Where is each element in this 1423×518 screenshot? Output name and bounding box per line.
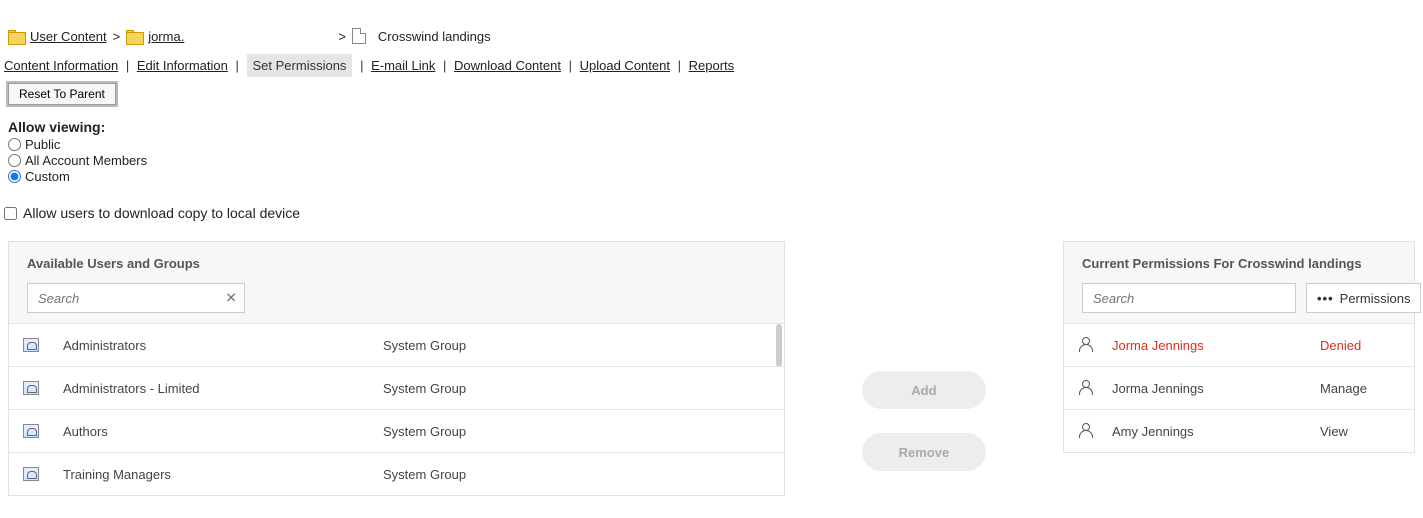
group-icon [23, 424, 39, 438]
group-icon [23, 338, 39, 352]
breadcrumb-current: Crosswind landings [378, 29, 491, 44]
available-users-panel: Available Users and Groups ✕ Administrat… [8, 241, 785, 496]
reset-to-parent-button[interactable]: Reset To Parent [8, 83, 116, 105]
divider: | [678, 58, 681, 73]
available-panel-title: Available Users and Groups [9, 242, 784, 283]
list-item[interactable]: Jorma Jennings Denied [1064, 323, 1414, 366]
remove-button[interactable]: Remove [862, 433, 986, 471]
tab-edit-information[interactable]: Edit Information [137, 58, 228, 73]
folder-icon [8, 30, 24, 43]
add-remove-section: Add Remove [785, 241, 1063, 471]
folder-icon [126, 30, 142, 43]
divider: | [443, 58, 446, 73]
list-item[interactable]: Jorma Jennings Manage [1064, 366, 1414, 409]
list-item-name: Training Managers [63, 467, 383, 482]
divider: | [236, 58, 239, 73]
breadcrumb-link-user-folder[interactable]: jorma. [148, 29, 184, 44]
add-button[interactable]: Add [862, 371, 986, 409]
permissions-panel-title: Current Permissions For Crosswind landin… [1064, 242, 1414, 283]
tab-set-permissions[interactable]: Set Permissions [247, 54, 353, 77]
permissions-list: Jorma Jennings Denied Jorma Jennings Man… [1064, 323, 1414, 452]
tab-email-link[interactable]: E-mail Link [371, 58, 435, 73]
radio-public-label: Public [25, 137, 60, 152]
radio-all-members-label: All Account Members [25, 153, 147, 168]
list-item[interactable]: Administrators - Limited System Group [9, 366, 784, 409]
divider: | [126, 58, 129, 73]
list-item-name: Authors [63, 424, 383, 439]
radio-custom[interactable]: Custom [8, 169, 1415, 184]
list-item-type: System Group [383, 338, 466, 353]
list-item-permission: Denied [1320, 338, 1361, 353]
tab-reports[interactable]: Reports [689, 58, 735, 73]
separator-icon: > [113, 29, 121, 44]
divider: | [569, 58, 572, 73]
allow-viewing-title: Allow viewing: [8, 119, 1415, 135]
scrollbar-thumb[interactable] [776, 324, 782, 367]
available-list: Administrators System Group Administrato… [9, 323, 784, 495]
download-checkbox-row[interactable]: Allow users to download copy to local de… [0, 195, 1423, 241]
permissions-button-label: Permissions [1340, 291, 1411, 306]
radio-all-members-input[interactable] [8, 154, 21, 167]
list-item[interactable]: Administrators System Group [9, 323, 784, 366]
current-permissions-panel: Current Permissions For Crosswind landin… [1063, 241, 1415, 453]
list-item-permission: Manage [1320, 381, 1367, 396]
list-item[interactable]: Amy Jennings View [1064, 409, 1414, 452]
tab-download-content[interactable]: Download Content [454, 58, 561, 73]
list-item-name: Administrators [63, 338, 383, 353]
list-item-type: System Group [383, 467, 466, 482]
clear-search-icon[interactable]: ✕ [225, 290, 237, 307]
separator-icon: > [338, 29, 346, 44]
list-item-type: System Group [383, 424, 466, 439]
download-checkbox[interactable] [4, 207, 17, 220]
radio-all-members[interactable]: All Account Members [8, 153, 1415, 168]
list-item-permission: View [1320, 424, 1348, 439]
group-icon [23, 381, 39, 395]
user-icon [1078, 380, 1094, 396]
download-checkbox-label: Allow users to download copy to local de… [23, 205, 300, 221]
file-icon [352, 28, 366, 44]
user-icon [1078, 337, 1094, 353]
list-item[interactable]: Training Managers System Group [9, 452, 784, 495]
tab-content-information[interactable]: Content Information [4, 58, 118, 73]
user-icon [1078, 423, 1094, 439]
tab-upload-content[interactable]: Upload Content [580, 58, 670, 73]
allow-viewing-section: Allow viewing: Public All Account Member… [0, 119, 1423, 195]
radio-public[interactable]: Public [8, 137, 1415, 152]
radio-custom-input[interactable] [8, 170, 21, 183]
list-item[interactable]: Authors System Group [9, 409, 784, 452]
permissions-button[interactable]: ••• Permissions [1306, 283, 1421, 313]
radio-custom-label: Custom [25, 169, 70, 184]
radio-public-input[interactable] [8, 138, 21, 151]
breadcrumb: User Content > jorma. > Crosswind landin… [0, 0, 1423, 54]
permissions-search-input[interactable] [1082, 283, 1296, 313]
breadcrumb-link-user-content[interactable]: User Content [30, 29, 107, 44]
list-item-type: System Group [383, 381, 466, 396]
list-item-name: Amy Jennings [1112, 424, 1320, 439]
list-item-name: Administrators - Limited [63, 381, 383, 396]
group-icon [23, 467, 39, 481]
tabs-row: Content Information | Edit Information |… [0, 54, 1423, 83]
list-item-name: Jorma Jennings [1112, 338, 1320, 353]
list-item-name: Jorma Jennings [1112, 381, 1320, 396]
ellipsis-icon: ••• [1317, 291, 1334, 306]
available-search-input[interactable] [27, 283, 245, 313]
divider: | [360, 58, 363, 73]
